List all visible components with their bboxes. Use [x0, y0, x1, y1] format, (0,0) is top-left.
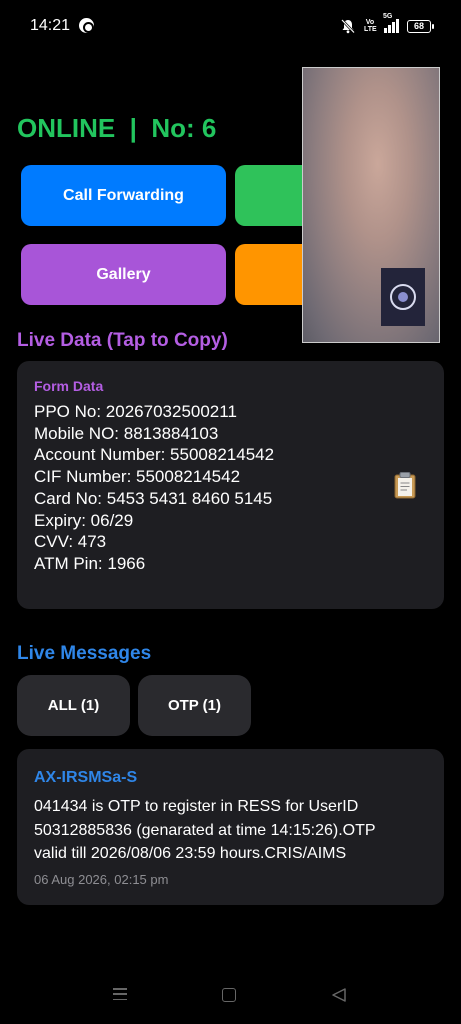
app-notification-icon	[79, 18, 94, 33]
form-data-card[interactable]: Form Data PPO No: 20267032500211 Mobile …	[17, 361, 444, 609]
filter-otp-chip[interactable]: OTP (1)	[138, 675, 251, 736]
form-line-mobile: Mobile NO: 8813884103	[34, 423, 219, 443]
volte-icon: Vo LTE	[364, 19, 377, 33]
navigation-bar	[0, 970, 461, 1024]
message-sender: AX-IRSMSa-S	[34, 769, 138, 786]
form-data-label: Form Data	[34, 378, 104, 394]
recent-apps-icon[interactable]	[113, 988, 127, 1000]
form-line-account: Account Number: 55008214542	[34, 445, 275, 465]
message-body: 041434 is OTP to register in RESS for Us…	[34, 798, 376, 862]
gallery-button[interactable]: Gallery	[21, 244, 226, 305]
form-line-card: Card No: 5453 5431 8460 5145	[34, 488, 273, 508]
back-icon[interactable]	[331, 987, 347, 1003]
battery-icon: 68	[407, 19, 434, 33]
form-line-cif: CIF Number: 55008214542	[34, 467, 241, 487]
message-timestamp: 06 Aug 2026, 02:15 pm	[34, 872, 169, 887]
form-line-cvv: CVV: 473	[34, 532, 107, 552]
status-time: 14:21	[30, 17, 71, 34]
network-type: 5G	[383, 13, 393, 20]
form-line-expiry: Expiry: 06/29	[34, 510, 134, 530]
connection-status: ONLINE | No: 6	[17, 113, 217, 143]
form-line-pin: ATM Pin: 1966	[34, 553, 146, 573]
form-line-ppo: PPO No: 20267032500211	[34, 402, 237, 421]
camera-preview[interactable]	[302, 67, 440, 343]
filter-all-chip[interactable]: ALL (1)	[17, 675, 130, 736]
signal-icon: 5G	[383, 13, 399, 33]
call-forwarding-button[interactable]: Call Forwarding	[21, 165, 226, 226]
status-bar: 14:21 Vo LTE 5G 68	[0, 0, 461, 54]
live-messages-title: Live Messages	[17, 643, 152, 664]
mute-icon	[341, 19, 355, 34]
clipboard-icon[interactable]	[393, 471, 417, 499]
form-data-lines: PPO No: 20267032500211 Mobile NO: 881388…	[34, 401, 274, 575]
live-data-title: Live Data (Tap to Copy)	[17, 330, 228, 351]
camera-badge	[381, 268, 425, 326]
status-icons: Vo LTE 5G 68	[340, 13, 434, 36]
home-icon[interactable]	[222, 988, 236, 1002]
message-card[interactable]: AX-IRSMSa-S 041434 is OTP to register in…	[17, 749, 444, 905]
emblem-icon	[390, 284, 416, 310]
